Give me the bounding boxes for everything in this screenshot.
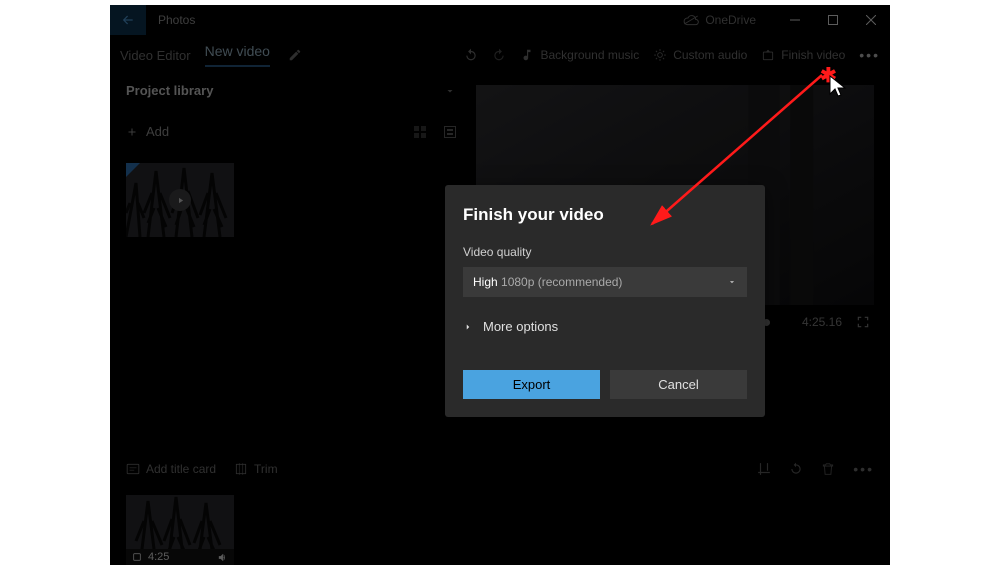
cancel-button[interactable]: Cancel: [610, 370, 747, 399]
finish-video-dialog: Finish your video Video quality High 108…: [445, 185, 765, 417]
quality-value-detail: 1080p (recommended): [501, 275, 622, 289]
export-button[interactable]: Export: [463, 370, 600, 399]
chevron-right-icon: [463, 322, 473, 332]
photos-app-window: Photos OneDrive Video Editor New video: [110, 5, 890, 565]
quality-label: Video quality: [463, 245, 747, 259]
cursor-icon: [828, 74, 848, 98]
dialog-title: Finish your video: [463, 205, 747, 225]
quality-value-high: High: [473, 275, 498, 289]
video-quality-dropdown[interactable]: High 1080p (recommended): [463, 267, 747, 297]
more-options-label: More options: [483, 319, 558, 334]
chevron-down-icon: [727, 277, 737, 287]
more-options-toggle[interactable]: More options: [463, 319, 747, 334]
